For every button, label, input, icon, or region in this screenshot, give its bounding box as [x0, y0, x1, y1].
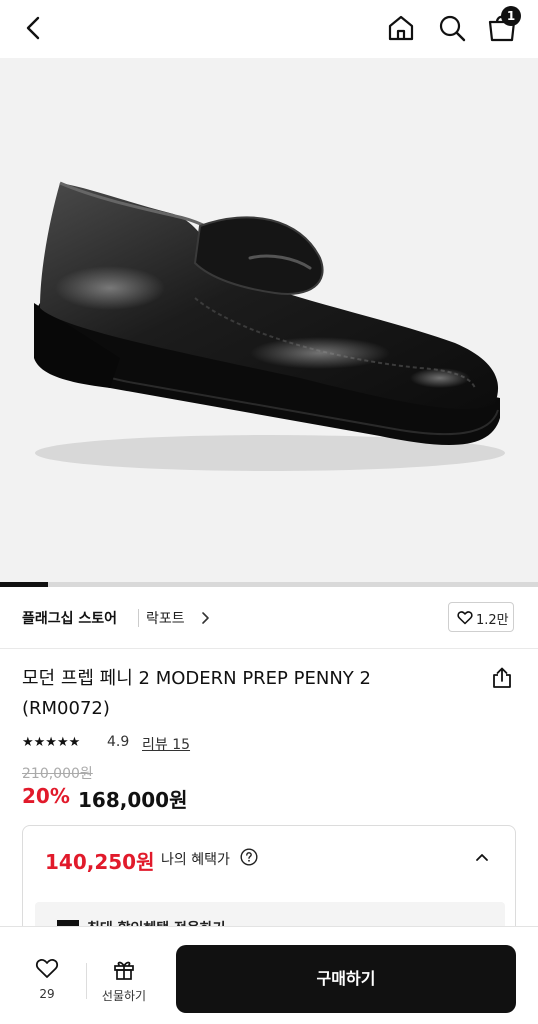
share-icon[interactable]: [490, 666, 514, 690]
store-divider: [138, 609, 139, 627]
cart-count-badge: 1: [501, 6, 521, 26]
gallery-progress-bar: [0, 582, 538, 587]
discount-rate: 20%: [22, 784, 70, 808]
sale-price: 168,000원: [78, 788, 188, 812]
rating-value: 4.9: [107, 734, 130, 750]
home-icon[interactable]: [384, 11, 418, 45]
gallery-progress-fill: [0, 582, 49, 587]
store-like-count: 1.2만: [476, 613, 509, 628]
chevron-right-icon[interactable]: [200, 611, 210, 625]
back-icon[interactable]: [18, 12, 50, 44]
gift-icon: [114, 961, 134, 980]
brand-link[interactable]: 락포트: [146, 608, 185, 628]
chevron-up-icon[interactable]: [475, 852, 489, 862]
wishlist-button[interactable]: 29: [20, 957, 74, 1007]
heart-icon: [457, 611, 473, 625]
bottom-divider: [86, 963, 87, 999]
benefit-price: 140,250원: [45, 850, 155, 874]
review-link[interactable]: 리뷰 15: [142, 734, 190, 754]
section-divider: [0, 648, 538, 649]
bottom-action-bar: 29 선물하기 구매하기: [0, 926, 538, 1024]
store-name: 플래그십 스토어: [22, 611, 118, 627]
product-title: 모던 프렙 페니 2 MODERN PREP PENNY 2 (RM0072): [22, 668, 371, 719]
gift-label: 선물하기: [101, 989, 147, 1003]
heart-icon: [35, 959, 59, 978]
buy-button[interactable]: 구매하기: [176, 945, 516, 1013]
original-price: 210,000원: [22, 766, 93, 782]
benefit-label: 나의 혜택가: [161, 852, 230, 868]
wishlist-count: 29: [39, 987, 55, 1001]
store-row: 플래그십 스토어 락포트 1.2만: [0, 596, 538, 642]
top-bar: 1: [0, 0, 538, 58]
rating-stars: ★★★★★: [22, 735, 81, 750]
gift-button[interactable]: 선물하기: [96, 957, 152, 1007]
product-image-gallery[interactable]: [0, 58, 538, 582]
product-image: [34, 181, 505, 471]
help-icon[interactable]: [240, 848, 258, 866]
store-like-button[interactable]: 1.2만: [448, 602, 514, 632]
search-icon[interactable]: [435, 11, 469, 45]
